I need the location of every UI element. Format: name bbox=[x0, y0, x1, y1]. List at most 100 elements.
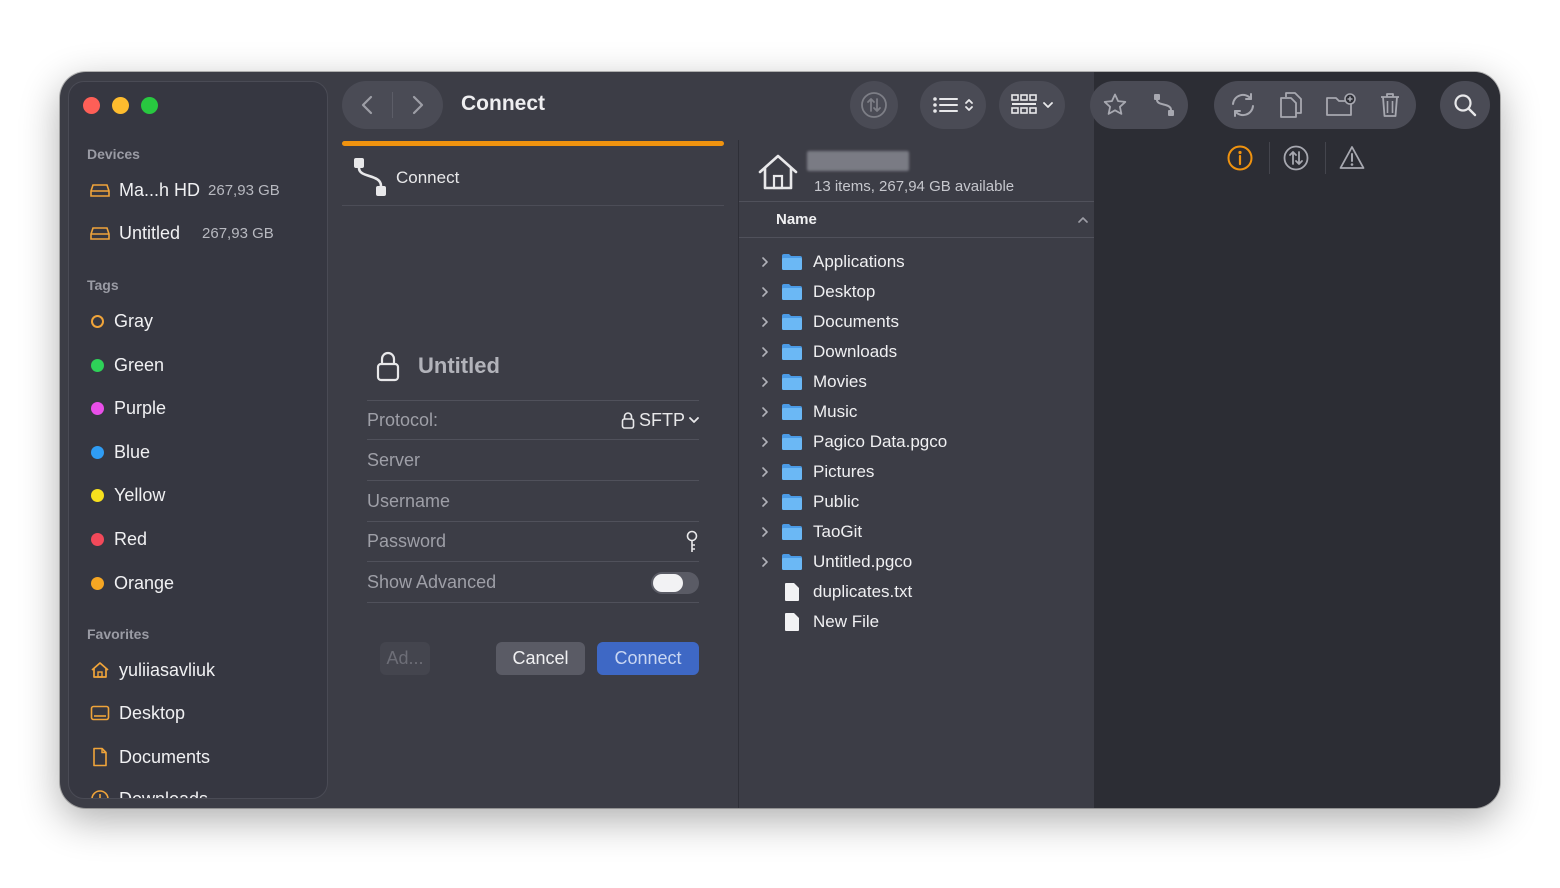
file-row[interactable]: Movies bbox=[739, 367, 1094, 397]
window-title: Connect bbox=[461, 92, 545, 115]
disclosure-button[interactable] bbox=[757, 466, 773, 478]
tag-label: Red bbox=[114, 528, 148, 549]
navigation-buttons bbox=[342, 81, 443, 129]
sidebar-tag-orange[interactable]: Orange bbox=[89, 570, 174, 596]
devices-heading: Devices bbox=[87, 146, 140, 162]
tag-label: Gray bbox=[114, 310, 154, 331]
sidebar-tag-purple[interactable]: Purple bbox=[89, 395, 166, 421]
tag-green-dot bbox=[91, 358, 104, 372]
file-row[interactable]: New File bbox=[739, 607, 1094, 637]
file-row[interactable]: Pagico Data.pgco bbox=[739, 427, 1094, 457]
favorite-label: yuliiasavliuk bbox=[119, 659, 216, 680]
file-name: Movies bbox=[813, 372, 867, 391]
close-window-button[interactable] bbox=[83, 97, 100, 114]
tag-label: Purple bbox=[114, 397, 167, 418]
lock-icon bbox=[376, 351, 400, 382]
file-row[interactable]: Desktop bbox=[739, 277, 1094, 307]
file-browser-pane: 13 items, 267,94 GB available Name Appli… bbox=[738, 140, 1094, 808]
disclosure-button[interactable] bbox=[757, 496, 773, 508]
chevron-right-icon bbox=[762, 257, 768, 267]
key-icon[interactable] bbox=[685, 530, 699, 554]
disclosure-button[interactable] bbox=[757, 376, 773, 388]
transfer-button[interactable] bbox=[850, 81, 898, 129]
sidebar-favorite-documents[interactable]: Documents bbox=[89, 744, 210, 770]
tag-label: Yellow bbox=[114, 484, 166, 505]
copy-icon[interactable] bbox=[1279, 91, 1303, 119]
file-row[interactable]: Untitled.pgco bbox=[739, 547, 1094, 577]
disclosure-button[interactable] bbox=[757, 256, 773, 268]
sidebar-device-machd[interactable]: Ma...h HD 267,93 GB bbox=[89, 177, 280, 203]
forward-button[interactable] bbox=[393, 81, 443, 129]
favorites-connect-group bbox=[1090, 81, 1188, 129]
file-name: Pagico Data.pgco bbox=[813, 432, 948, 451]
sync-icon[interactable] bbox=[1229, 92, 1257, 118]
sidebar-tag-red[interactable]: Red bbox=[89, 526, 147, 552]
disclosure-button[interactable] bbox=[757, 316, 773, 328]
disclosure-button[interactable] bbox=[757, 436, 773, 448]
info-icon[interactable] bbox=[1227, 145, 1253, 171]
cancel-button[interactable]: Cancel bbox=[496, 642, 585, 675]
protocol-select[interactable]: SFTP bbox=[621, 410, 699, 431]
sidebar-tag-green[interactable]: Green bbox=[89, 352, 164, 378]
disclosure-button[interactable] bbox=[757, 346, 773, 358]
password-row bbox=[367, 522, 699, 562]
disclosure-button[interactable] bbox=[757, 556, 773, 568]
transfers-icon[interactable] bbox=[1283, 145, 1309, 171]
new-folder-icon[interactable] bbox=[1325, 92, 1357, 118]
folder-icon bbox=[782, 434, 802, 450]
drive-icon bbox=[89, 179, 111, 201]
connect-header-label: Connect bbox=[396, 167, 460, 187]
chevron-right-icon bbox=[762, 437, 768, 447]
disclosure-button[interactable] bbox=[757, 406, 773, 418]
sidebar-device-untitled[interactable]: Untitled 267,93 GB bbox=[89, 220, 274, 246]
device-size: 267,93 GB bbox=[208, 181, 280, 199]
sidebar-tag-blue[interactable]: Blue bbox=[89, 439, 150, 465]
list-view-button[interactable] bbox=[920, 81, 986, 129]
connection-name: Untitled bbox=[418, 353, 500, 378]
file-row[interactable]: Public bbox=[739, 487, 1094, 517]
connection-button[interactable] bbox=[1139, 92, 1188, 118]
sidebar-favorite-home[interactable]: yuliiasavliuk bbox=[89, 657, 215, 683]
username-input[interactable] bbox=[367, 491, 657, 512]
password-input[interactable] bbox=[367, 531, 647, 552]
favorite-button[interactable] bbox=[1090, 92, 1139, 118]
transfer-arrows-icon bbox=[861, 92, 887, 118]
minimize-window-button[interactable] bbox=[112, 97, 129, 114]
trash-icon[interactable] bbox=[1379, 91, 1401, 119]
file-row[interactable]: Pictures bbox=[739, 457, 1094, 487]
grid-view-button[interactable] bbox=[999, 81, 1065, 129]
warning-icon[interactable] bbox=[1339, 145, 1365, 171]
sidebar-favorite-desktop[interactable]: Desktop bbox=[89, 700, 185, 726]
file-name: duplicates.txt bbox=[813, 582, 913, 601]
folder-icon bbox=[782, 494, 802, 510]
disclosure-button[interactable] bbox=[757, 286, 773, 298]
add-button[interactable]: Ad... bbox=[380, 642, 430, 675]
document-icon bbox=[89, 746, 111, 768]
column-name-label: Name bbox=[776, 211, 817, 228]
search-button[interactable] bbox=[1440, 81, 1490, 129]
zoom-window-button[interactable] bbox=[141, 97, 158, 114]
file-row[interactable]: Documents bbox=[739, 307, 1094, 337]
back-button[interactable] bbox=[342, 81, 392, 129]
connection-icon bbox=[354, 157, 386, 196]
sidebar-favorite-downloads[interactable]: Downloads bbox=[89, 786, 208, 798]
server-input[interactable] bbox=[367, 450, 657, 471]
name-column-header[interactable]: Name bbox=[739, 202, 1094, 238]
file-row[interactable]: Downloads bbox=[739, 337, 1094, 367]
file-icon bbox=[785, 583, 799, 601]
sidebar-tag-gray[interactable]: Gray bbox=[89, 308, 153, 334]
inspector-pane bbox=[1090, 72, 1500, 808]
disclosure-button[interactable] bbox=[757, 526, 773, 538]
show-advanced-toggle[interactable] bbox=[651, 571, 699, 594]
chevron-right-icon bbox=[762, 467, 768, 477]
sidebar-tag-yellow[interactable]: Yellow bbox=[89, 482, 165, 508]
file-row[interactable]: duplicates.txt bbox=[739, 577, 1094, 607]
file-row[interactable]: TaoGit bbox=[739, 517, 1094, 547]
device-size: 267,93 GB bbox=[202, 224, 274, 242]
sort-ascending-icon bbox=[1078, 216, 1088, 223]
protocol-value: SFTP bbox=[638, 409, 685, 430]
connect-button[interactable]: Connect bbox=[597, 642, 699, 675]
file-row[interactable]: Music bbox=[739, 397, 1094, 427]
file-row[interactable]: Applications bbox=[739, 247, 1094, 277]
folder-icon bbox=[782, 464, 802, 480]
